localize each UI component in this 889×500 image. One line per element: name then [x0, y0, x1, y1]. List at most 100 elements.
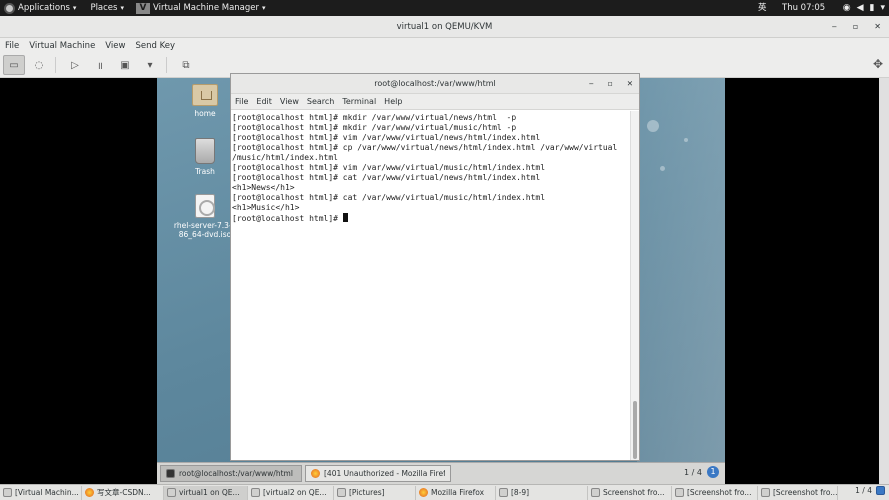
close-icon[interactable]: ✕ [874, 16, 881, 38]
wallpaper-decoration [637, 78, 725, 484]
terminal-line: [root@localhost html]# mkdir /var/www/vi… [232, 113, 517, 122]
terminal-output[interactable]: [root@localhost html]# mkdir /var/www/vi… [231, 111, 630, 460]
shutdown-menu-button[interactable]: ▾ [139, 55, 161, 75]
host-task-csdn[interactable]: 写文章-CSDN... [82, 485, 164, 500]
host-task-label: [virtual2 on QE... [263, 488, 327, 497]
desktop-icon-iso[interactable]: rhel-server-7.3-x86_64-dvd.iso [172, 194, 238, 239]
desktop-icon-label: rhel-server-7.3-x86_64-dvd.iso [173, 221, 237, 239]
terminal-menu-help[interactable]: Help [380, 97, 406, 106]
terminal-menu-view[interactable]: View [276, 97, 303, 106]
terminal-prompt-line: [root@localhost html]# [232, 213, 629, 224]
terminal-menu-file[interactable]: File [231, 97, 252, 106]
screenshot-icon [675, 488, 684, 497]
text-cursor [342, 213, 348, 222]
terminal-icon [166, 469, 175, 478]
maximize-icon[interactable]: ▫ [608, 74, 613, 94]
clock[interactable]: Thu 07:05 [782, 0, 825, 16]
run-button[interactable]: ▷ [64, 55, 86, 75]
host-task-screenshot-1[interactable]: Screenshot fro... [588, 485, 672, 500]
menu-view[interactable]: View [100, 41, 130, 51]
desktop-icon-label: Trash [195, 167, 215, 176]
desktop-icon-trash[interactable]: Trash [175, 138, 235, 176]
places-menu[interactable]: Places ▾ [86, 0, 128, 16]
terminal-menu-terminal[interactable]: Terminal [338, 97, 380, 106]
vm-manager-label: Virtual Machine Manager [152, 3, 260, 13]
host-task-label: virtual1 on QE... [179, 488, 240, 497]
menu-file[interactable]: File [0, 41, 24, 51]
host-task-pictures[interactable]: [Pictures] [334, 485, 416, 500]
trash-icon [195, 138, 215, 164]
chevron-down-icon: ▾ [880, 3, 885, 13]
vm-menubar: File Virtual Machine View Send Key [0, 38, 889, 53]
host-task-firefox[interactable]: Mozilla Firefox [416, 485, 496, 500]
battery-icon: ▮ [869, 3, 875, 13]
terminal-title: root@localhost:/var/www/html [374, 79, 496, 88]
wallpaper-decoration [660, 166, 665, 171]
host-task-label: 写文章-CSDN... [97, 488, 151, 497]
guest-task-label: [401 Unauthorized - Mozilla Firef... [324, 469, 445, 478]
host-task-screenshot-3[interactable]: [Screenshot fro... [758, 485, 838, 500]
workspace-pager[interactable]: 1 / 4 1 [684, 466, 719, 478]
menu-virtual-machine[interactable]: Virtual Machine [24, 41, 100, 51]
shutdown-button[interactable]: ▣ [114, 55, 136, 75]
guest-display[interactable]: home Trash rhel-server-7.3-x86_64-dvd.is… [0, 73, 889, 484]
guest-task-terminal[interactable]: root@localhost:/var/www/html [160, 465, 302, 482]
host-taskbar: [Virtual Machin... 写文章-CSDN... virtual1 … [0, 484, 889, 500]
host-workspace-pager[interactable]: 1 / 4 [855, 486, 885, 495]
toolbar-separator [166, 57, 167, 73]
system-tray[interactable]: ◉ ◀ ▮ ▾ [843, 0, 885, 16]
menu-send-key[interactable]: Send Key [130, 41, 180, 51]
guest-task-firefox[interactable]: [401 Unauthorized - Mozilla Firef... [305, 465, 451, 482]
details-view-button[interactable]: ◌ [28, 55, 50, 75]
toolbar-separator [55, 57, 56, 73]
notification-badge[interactable]: 1 [707, 466, 719, 478]
firefox-icon [311, 469, 320, 478]
snapshots-button[interactable]: ⧉ [175, 55, 197, 75]
host-task-label: [8-9] [511, 488, 530, 497]
power-icon: ▣ [120, 59, 130, 71]
vm-window-title: virtual1 on QEMU/KVM [396, 22, 493, 32]
lightbulb-icon: ◌ [34, 59, 44, 71]
desktop-icon-home[interactable]: home [175, 84, 235, 118]
window-icon [251, 488, 260, 497]
home-folder-icon [192, 84, 218, 106]
terminal-titlebar[interactable]: root@localhost:/var/www/html ‒ ▫ ✕ [231, 74, 639, 94]
host-top-bar: Applications ▾ Places ▾ V Virtual Machin… [0, 0, 889, 16]
terminal-window[interactable]: root@localhost:/var/www/html ‒ ▫ ✕ File … [230, 73, 640, 461]
scrollbar-thumb[interactable] [633, 401, 637, 459]
terminal-line: /music/html/index.html [232, 153, 338, 162]
applications-menu[interactable]: Applications ▾ [0, 0, 80, 16]
vm-manager-menu[interactable]: V Virtual Machine Manager ▾ [132, 0, 270, 16]
terminal-menu-search[interactable]: Search [303, 97, 338, 106]
maximize-icon[interactable]: ▫ [853, 16, 858, 38]
terminal-line: [root@localhost html]# vim /var/www/virt… [232, 133, 541, 142]
close-icon[interactable]: ✕ [627, 74, 633, 94]
minimize-icon[interactable]: ‒ [589, 74, 594, 94]
pause-button[interactable]: ॥ [89, 55, 111, 75]
minimize-icon[interactable]: ‒ [832, 16, 837, 38]
wifi-icon: ◉ [842, 3, 851, 13]
host-task-screenshot-2[interactable]: [Screenshot fro... [672, 485, 758, 500]
terminal-menu-edit[interactable]: Edit [252, 97, 276, 106]
host-task-virtual2[interactable]: [virtual2 on QE... [248, 485, 334, 500]
host-task-virtual1[interactable]: virtual1 on QE... [164, 485, 248, 500]
host-task-label: [Screenshot fro... [773, 488, 838, 497]
terminal-menubar: File Edit View Search Terminal Help [231, 94, 639, 110]
terminal-line: <h1>Music</h1> [232, 203, 300, 212]
vertical-scrollbar[interactable] [879, 78, 889, 484]
console-view-button[interactable]: ▭ [3, 55, 25, 75]
host-task-label: Mozilla Firefox [431, 488, 485, 497]
snapshot-icon: ⧉ [182, 59, 190, 71]
workspace-indicator: 1 / 4 [855, 486, 872, 495]
fullscreen-icon[interactable]: ✥ [873, 57, 883, 71]
host-task-8-9[interactable]: [8-9] [496, 485, 588, 500]
host-task-virt-manager[interactable]: [Virtual Machin... [0, 485, 82, 500]
window-icon [3, 488, 12, 497]
workspace-icon [876, 486, 885, 495]
workspace-indicator: 1 / 4 [684, 467, 702, 477]
chevron-down-icon: ▾ [262, 4, 266, 12]
terminal-scrollbar[interactable] [630, 111, 639, 460]
input-method-indicator[interactable]: 英 [758, 0, 767, 16]
firefox-icon [85, 488, 94, 497]
terminal-line: [root@localhost html]# cat /var/www/virt… [232, 173, 541, 182]
